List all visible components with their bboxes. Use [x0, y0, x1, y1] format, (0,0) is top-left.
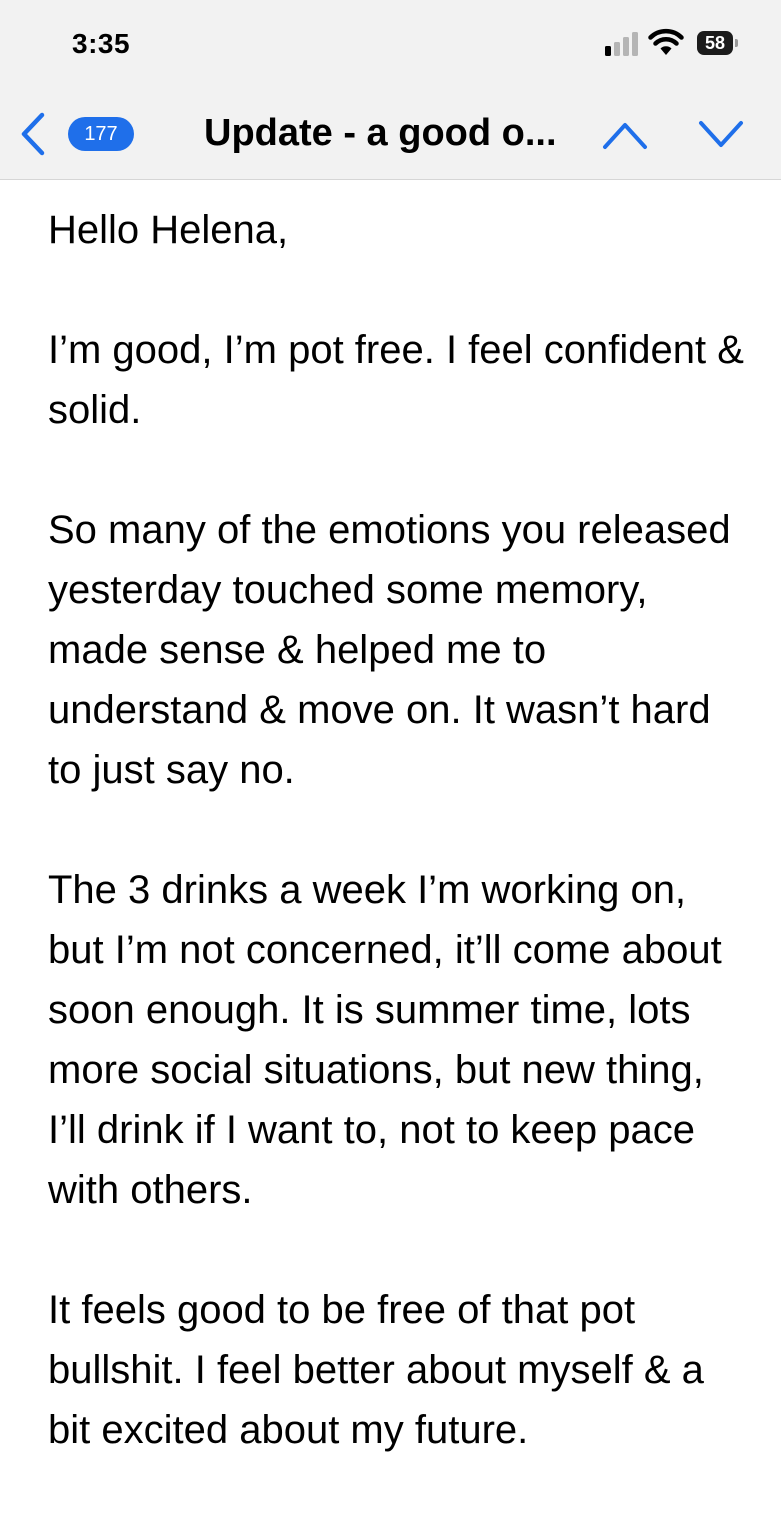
email-body: Hello Helena, I’m good, I’m pot free. I …	[48, 200, 748, 1520]
email-paragraph: So many of the emotions you released yes…	[48, 508, 731, 792]
chevron-left-icon[interactable]	[14, 109, 54, 159]
unread-count-badge[interactable]: 177	[68, 117, 134, 151]
email-paragraph: It feels good to be free of that pot bul…	[48, 1288, 704, 1452]
wifi-icon	[648, 28, 684, 55]
cellular-signal-icon	[605, 30, 641, 56]
status-time: 3:35	[72, 28, 131, 59]
email-greeting: Hello Helena,	[48, 208, 289, 252]
status-bar: 3:35 58	[0, 0, 781, 95]
battery-level: 58	[697, 31, 733, 55]
navigation-bar: 177 Update - a good o...	[0, 95, 781, 180]
chevron-up-icon[interactable]	[600, 115, 650, 155]
email-paragraph: The 3 drinks a week I’m working on, but …	[48, 868, 722, 1212]
email-paragraph: I’m good, I’m pot free. I feel confident…	[48, 328, 744, 432]
chevron-down-icon[interactable]	[696, 115, 746, 155]
battery-icon: 58	[697, 31, 739, 55]
message-subject-title: Update - a good o...	[204, 112, 557, 154]
